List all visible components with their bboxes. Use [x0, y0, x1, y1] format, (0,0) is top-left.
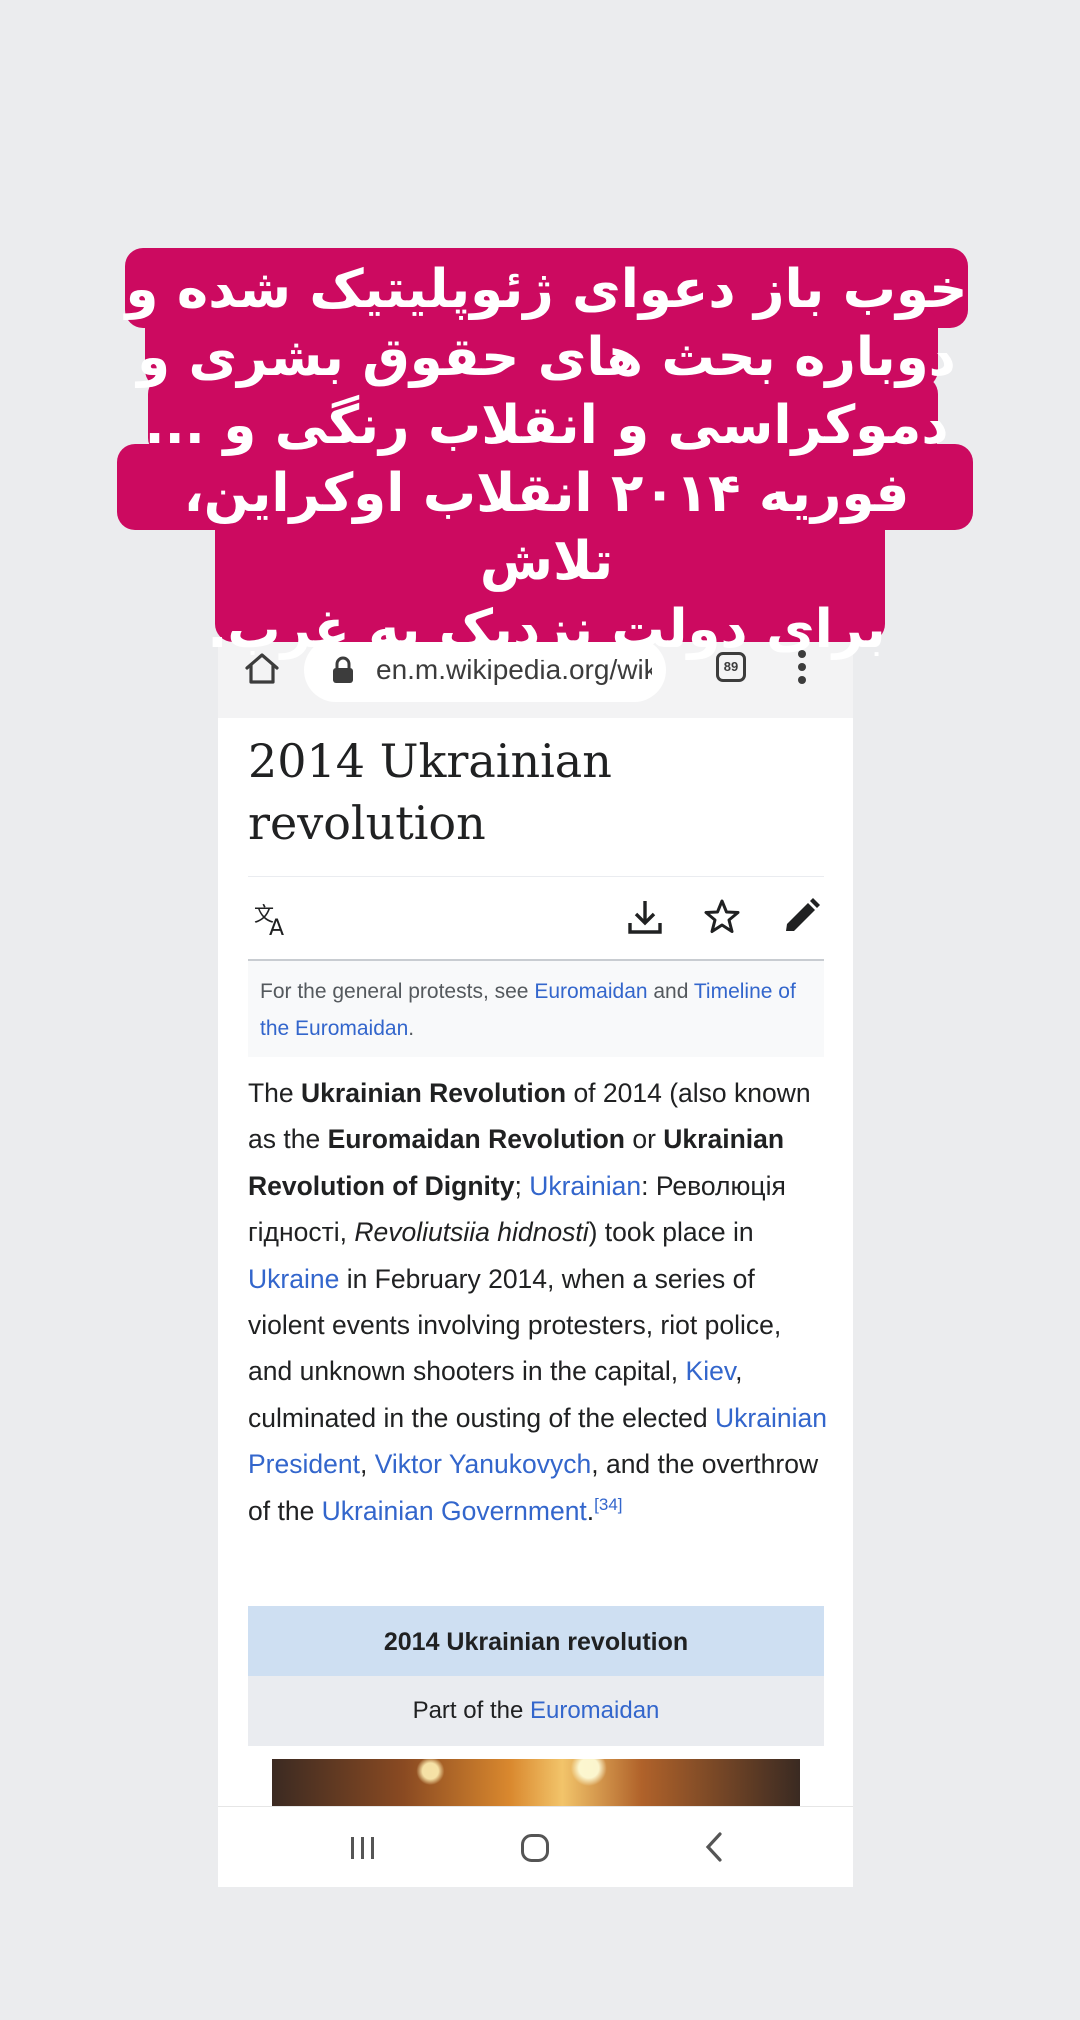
lead-paragraph: The Ukrainian Revolution of 2014 (also k…: [248, 1070, 832, 1534]
infobox-title: 2014 Ukrainian revolution: [248, 1606, 824, 1676]
reference-34[interactable]: [34]: [594, 1495, 622, 1514]
translate-icon[interactable]: 文 A: [254, 899, 294, 939]
infobox-subtitle: Part of the Euromaidan: [248, 1676, 824, 1746]
link-kiev[interactable]: Kiev: [686, 1356, 736, 1386]
back-chevron-icon[interactable]: [704, 1831, 724, 1863]
hatnote: For the general protests, see Euromaidan…: [248, 961, 824, 1057]
system-nav-bar: [218, 1806, 853, 1887]
recent-apps-icon[interactable]: [348, 1835, 378, 1861]
svg-text:A: A: [269, 916, 284, 939]
para-text: The: [248, 1078, 302, 1108]
hatnote-prefix: For the general protests, see: [260, 980, 535, 1003]
link-ukrainian-government[interactable]: Ukrainian Government: [322, 1496, 587, 1526]
hatnote-link-euromaidan[interactable]: Euromaidan: [534, 980, 647, 1003]
infobox-link-euromaidan[interactable]: Euromaidan: [530, 1697, 659, 1724]
pencil-icon[interactable]: [782, 897, 820, 937]
hatnote-suffix: .: [408, 1017, 415, 1040]
star-icon[interactable]: [702, 897, 742, 937]
caption-line-3: دموکراسی و انقلاب رنگی و ...: [144, 395, 949, 456]
caption-line-2: دوباره بحث های حقوق بشری و: [137, 327, 956, 388]
link-viktor-yanukovych[interactable]: Viktor Yanukovych: [375, 1449, 592, 1479]
para-text: or: [624, 1124, 664, 1155]
para-text: ;: [514, 1170, 530, 1201]
persian-caption: خوب باز دعوای ژئوپلیتیک شده و دوباره بحث…: [117, 248, 973, 660]
para-bold: Euromaidan Revolution: [327, 1124, 625, 1155]
page-title-line-2: revolution: [248, 796, 486, 850]
page-actions: 文 A: [248, 877, 824, 959]
para-text: ,: [359, 1449, 375, 1480]
home-circle-icon[interactable]: [520, 1833, 550, 1863]
caption-line-4: فوریه ۲۰۱۴ انقلاب اوکراین، تلاش: [183, 463, 910, 592]
wikipedia-page: 2014 Ukrainian revolution 文 A For the ge…: [218, 718, 853, 1819]
hatnote-middle: and: [647, 980, 694, 1003]
infobox: 2014 Ukrainian revolution Part of the Eu…: [248, 1606, 824, 1819]
page-title: 2014 Ukrainian revolution: [248, 730, 808, 854]
infobox-sub-prefix: Part of the: [412, 1697, 530, 1724]
para-italic: Revoliutsiia hidnosti: [354, 1217, 589, 1248]
page-title-line-1: 2014 Ukrainian: [248, 734, 612, 788]
phone-screen: en.m.wikipedia.org/wik 89 2014 Ukrainian…: [218, 638, 853, 1887]
para-bold: Ukrainian Revolution: [301, 1078, 567, 1108]
link-ukrainian-language[interactable]: Ukrainian: [529, 1171, 641, 1201]
caption-line-1: خوب باز دعوای ژئوپلیتیک شده و: [125, 259, 968, 320]
caption-line-5: برای دولت نزدیک به غرب.: [207, 599, 886, 660]
link-ukraine[interactable]: Ukraine: [248, 1264, 339, 1294]
para-text: ) took place in: [588, 1217, 754, 1248]
download-icon[interactable]: [626, 897, 664, 937]
